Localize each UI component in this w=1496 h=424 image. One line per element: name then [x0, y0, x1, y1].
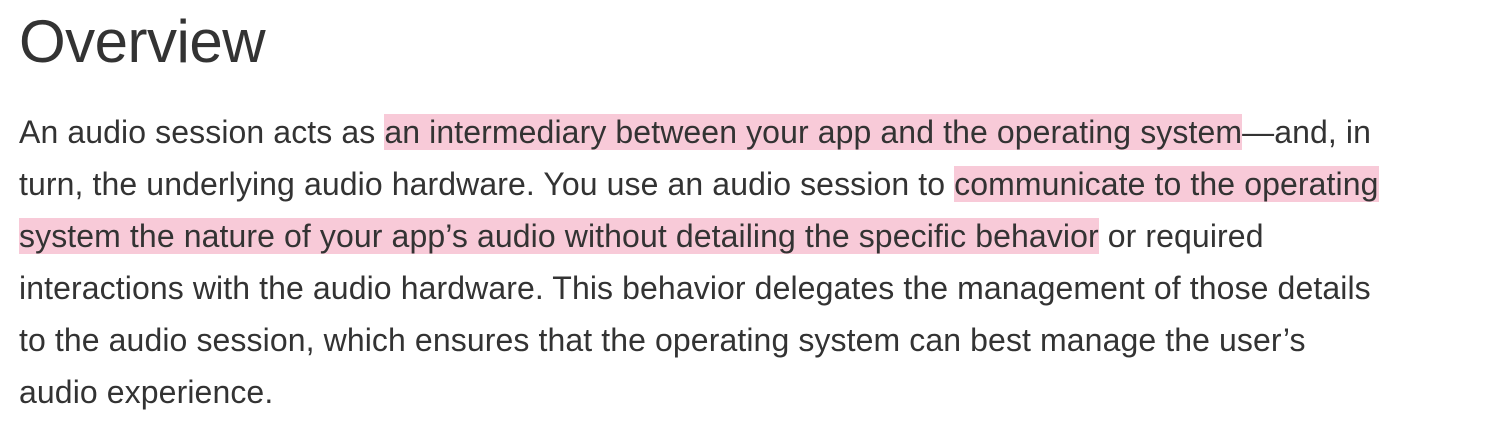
article-content: Overview An audio session acts as an int… [19, 0, 1489, 418]
paragraph-line-1: An audio session acts as an intermediary… [19, 106, 1489, 158]
paragraph-line-5: to the audio session, which ensures that… [19, 314, 1489, 366]
highlighted-text[interactable]: system the nature of your app’s audio wi… [19, 218, 1099, 254]
page: { "heading": "Overview", "paragraph": { … [0, 0, 1496, 424]
highlighted-text[interactable]: communicate to the operating [954, 166, 1379, 202]
text-segment: turn, the underlying audio hardware. You… [19, 166, 955, 202]
overview-paragraph: An audio session acts as an intermediary… [19, 106, 1489, 418]
paragraph-line-6: audio experience. [19, 366, 1489, 418]
text-segment: interactions with the audio hardware. Th… [19, 270, 1371, 306]
paragraph-line-2: turn, the underlying audio hardware. You… [19, 158, 1489, 210]
text-segment: An audio session acts as [19, 114, 385, 150]
paragraph-line-4: interactions with the audio hardware. Th… [19, 262, 1489, 314]
text-segment: or required [1098, 218, 1264, 254]
paragraph-line-3: system the nature of your app’s audio wi… [19, 210, 1489, 262]
text-segment: —and, in [1242, 114, 1372, 150]
overview-heading: Overview [19, 8, 266, 75]
text-segment: to the audio session, which ensures that… [19, 322, 1306, 358]
highlighted-text[interactable]: an intermediary between your app and the… [384, 114, 1243, 150]
text-segment: audio experience. [19, 374, 274, 410]
